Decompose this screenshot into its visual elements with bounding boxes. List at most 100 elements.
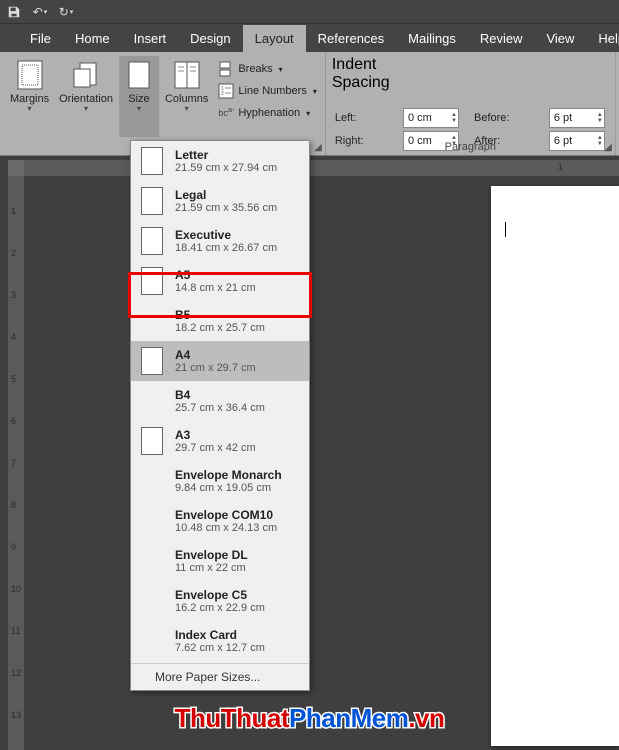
size-option-dims: 21.59 cm x 35.56 cm — [175, 202, 277, 214]
indent-left-label: Left: — [335, 112, 356, 124]
tab-mailings[interactable]: Mailings — [396, 25, 468, 52]
breaks-label: Breaks — [238, 63, 272, 75]
tab-layout[interactable]: Layout — [243, 25, 306, 52]
size-option-a5[interactable]: A514.8 cm x 21 cm — [131, 261, 309, 301]
orientation-icon — [70, 59, 102, 91]
size-option-dims: 18.2 cm x 25.7 cm — [175, 322, 265, 334]
indent-left-value: 0 cm — [408, 112, 451, 124]
columns-icon — [171, 59, 203, 91]
tab-insert[interactable]: Insert — [122, 25, 179, 52]
size-option-envelope-c5[interactable]: Envelope C516.2 cm x 22.9 cm — [131, 581, 309, 621]
breaks-button[interactable]: Breaks ▾ — [218, 58, 317, 80]
line-numbers-button[interactable]: 12Line Numbers▾ — [218, 80, 317, 102]
more-paper-sizes[interactable]: More Paper Sizes... — [131, 663, 309, 686]
ruler-mark: 5 — [11, 374, 16, 384]
tab-design[interactable]: Design — [178, 25, 242, 52]
size-option-name: B5 — [175, 308, 265, 322]
ruler-mark: 1 — [558, 162, 563, 172]
size-option-name: Envelope Monarch — [175, 468, 282, 482]
ruler-mark: 7 — [11, 458, 16, 468]
ruler-mark: 3 — [11, 290, 16, 300]
size-option-name: Envelope COM10 — [175, 508, 277, 522]
size-option-envelope-dl[interactable]: Envelope DL11 cm x 22 cm — [131, 541, 309, 581]
size-option-dims: 29.7 cm x 42 cm — [175, 442, 256, 454]
size-option-name: Legal — [175, 188, 277, 202]
ruler-mark: 11 — [11, 626, 20, 636]
size-option-b4[interactable]: B425.7 cm x 36.4 cm — [131, 381, 309, 421]
size-option-a3[interactable]: A329.7 cm x 42 cm — [131, 421, 309, 461]
page-icon — [141, 347, 163, 375]
ruler-mark: 2 — [11, 248, 16, 258]
watermark-part2: PhanMem — [289, 703, 408, 733]
size-option-letter[interactable]: Letter21.59 cm x 27.94 cm — [131, 141, 309, 181]
size-dropdown: Letter21.59 cm x 27.94 cmLegal21.59 cm x… — [130, 140, 310, 691]
size-option-name: A5 — [175, 268, 256, 282]
vertical-ruler[interactable]: 12345678910111213 — [8, 176, 24, 750]
size-option-dims: 25.7 cm x 36.4 cm — [175, 402, 265, 414]
ribbon-tabs: File Home Insert Design Layout Reference… — [0, 24, 619, 52]
size-option-dims: 18.41 cm x 26.67 cm — [175, 242, 277, 254]
dialog-launcher-icon[interactable]: ◢ — [314, 142, 322, 153]
chevron-down-icon: ▾ — [84, 105, 88, 114]
chevron-down-icon: ▾ — [137, 105, 141, 114]
breaks-icon — [218, 61, 234, 77]
line-numbers-icon: 12 — [218, 83, 234, 99]
spinner-arrows[interactable]: ▲▼ — [451, 112, 457, 124]
margins-button[interactable]: Margins▾ — [6, 56, 53, 137]
undo-icon[interactable]: ↶▾ — [32, 4, 48, 20]
tab-references[interactable]: References — [306, 25, 396, 52]
size-option-dims: 7.62 cm x 12.7 cm — [175, 642, 265, 654]
page-icon — [141, 387, 163, 415]
ruler-mark: 9 — [11, 542, 16, 552]
size-option-dims: 21 cm x 29.7 cm — [175, 362, 256, 374]
ruler-mark: 12 — [11, 668, 21, 678]
size-option-legal[interactable]: Legal21.59 cm x 35.56 cm — [131, 181, 309, 221]
size-option-name: Executive — [175, 228, 277, 242]
ruler-mark: 1 — [11, 206, 16, 216]
dialog-launcher-icon[interactable]: ◢ — [604, 142, 612, 153]
columns-button[interactable]: Columns▾ — [161, 56, 212, 137]
size-option-executive[interactable]: Executive18.41 cm x 26.67 cm — [131, 221, 309, 261]
save-icon[interactable] — [6, 4, 22, 20]
size-option-envelope-monarch[interactable]: Envelope Monarch9.84 cm x 19.05 cm — [131, 461, 309, 501]
size-button[interactable]: Size▾ — [119, 56, 159, 137]
tab-review[interactable]: Review — [468, 25, 535, 52]
chevron-down-icon: ▾ — [279, 65, 283, 74]
page-icon — [141, 187, 163, 215]
size-option-name: Index Card — [175, 628, 265, 642]
spinner-arrows[interactable]: ▲▼ — [597, 112, 603, 124]
line-numbers-label: Line Numbers — [238, 85, 306, 97]
document-area — [24, 176, 619, 750]
size-option-dims: 9.84 cm x 19.05 cm — [175, 482, 282, 494]
tab-help[interactable]: Help — [586, 25, 619, 52]
horizontal-ruler[interactable]: 1 — [24, 160, 619, 176]
spacing-before-input[interactable]: 6 pt▲▼ — [549, 108, 605, 128]
chevron-down-icon: ▾ — [28, 105, 32, 114]
redo-icon[interactable]: ↻▾ — [58, 4, 74, 20]
watermark-part1: ThuThuat — [175, 703, 289, 733]
size-option-envelope-com10[interactable]: Envelope COM1010.48 cm x 24.13 cm — [131, 501, 309, 541]
ruler-mark: 4 — [11, 332, 16, 342]
size-option-a4[interactable]: A421 cm x 29.7 cm — [131, 341, 309, 381]
size-option-dims: 16.2 cm x 22.9 cm — [175, 602, 265, 614]
page-icon — [141, 427, 163, 455]
size-option-name: Envelope C5 — [175, 588, 265, 602]
hyphenation-icon: bca- — [218, 105, 234, 121]
chevron-down-icon: ▾ — [306, 109, 310, 118]
watermark-part3: .vn — [408, 703, 444, 733]
page[interactable] — [491, 186, 619, 746]
tab-view[interactable]: View — [534, 25, 586, 52]
size-option-b5[interactable]: B518.2 cm x 25.7 cm — [131, 301, 309, 341]
orientation-button[interactable]: Orientation▾ — [55, 56, 117, 137]
size-option-name: A3 — [175, 428, 256, 442]
page-icon — [141, 267, 163, 295]
ruler-corner — [8, 160, 24, 176]
indent-left-input[interactable]: 0 cm▲▼ — [403, 108, 459, 128]
tab-home[interactable]: Home — [63, 25, 122, 52]
hyphenation-button[interactable]: bca-Hyphenation▾ — [218, 102, 317, 124]
indent-header: Indent — [332, 56, 609, 74]
tab-file[interactable]: File — [18, 25, 63, 52]
size-option-index-card[interactable]: Index Card7.62 cm x 12.7 cm — [131, 621, 309, 661]
size-icon — [123, 59, 155, 91]
svg-text:2: 2 — [221, 91, 224, 97]
